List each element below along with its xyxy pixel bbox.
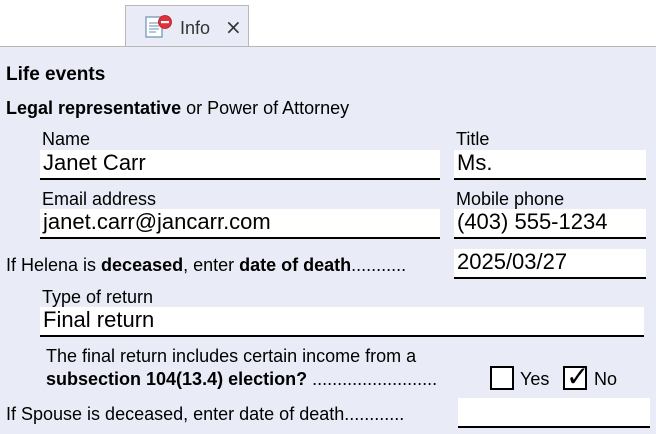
info-document-icon [145,15,172,38]
email-label: Email address [42,189,157,209]
tab-info-label: Info [180,18,211,38]
name-label: Name [42,129,91,149]
tab-bar: Info × [0,0,656,47]
death-bold-date: date of death [239,255,352,275]
death-prefix: If Helena is [6,255,102,275]
spouse-death-date-field[interactable] [458,398,650,428]
no-checkbox[interactable]: ✓ [563,362,589,392]
close-icon[interactable]: × [225,15,242,39]
title-field[interactable]: Ms. [454,150,646,180]
phone-field[interactable]: (403) 555-1234 [454,209,646,239]
election-question-line1: The final return includes certain income… [46,346,417,366]
election-question-bold: subsection 104(13.4) election? [46,369,308,389]
checkmark-icon: ✓ [566,360,590,393]
email-field[interactable]: janet.carr@jancarr.com [40,209,440,239]
election-question-dots: ......................... [307,369,438,389]
name-field[interactable]: Janet Carr [40,150,440,180]
representative-heading: Legal representative or Power of Attorne… [6,98,349,119]
spouse-death-label: If Spouse is deceased, enter date of dea… [6,404,404,425]
section-title: Life events [6,64,106,85]
title-label: Title [456,129,490,149]
election-question-line2: subsection 104(13.4) election? .........… [46,369,437,390]
no-label: No [594,369,618,389]
return-type-field[interactable]: Final return [40,307,644,337]
yes-checkbox[interactable] [490,366,514,390]
tab-info[interactable]: Info × [125,5,249,47]
spouse-death-text: If Spouse is deceased, enter date of dea… [6,404,345,424]
death-dots: ........... [351,255,407,275]
death-middle: , enter [183,255,240,275]
return-type-label: Type of return [42,287,154,307]
death-bold-deceased: deceased [101,255,184,275]
representative-heading-rest: or Power of Attorney [181,98,350,118]
spouse-death-dots: ............ [344,404,405,424]
yes-label: Yes [520,369,550,389]
death-date-label: If Helena is deceased, enter date of dea… [6,255,406,276]
phone-label: Mobile phone [456,189,565,209]
death-date-field[interactable]: 2025/03/27 [454,249,646,279]
representative-heading-bold: Legal representative [6,98,182,118]
